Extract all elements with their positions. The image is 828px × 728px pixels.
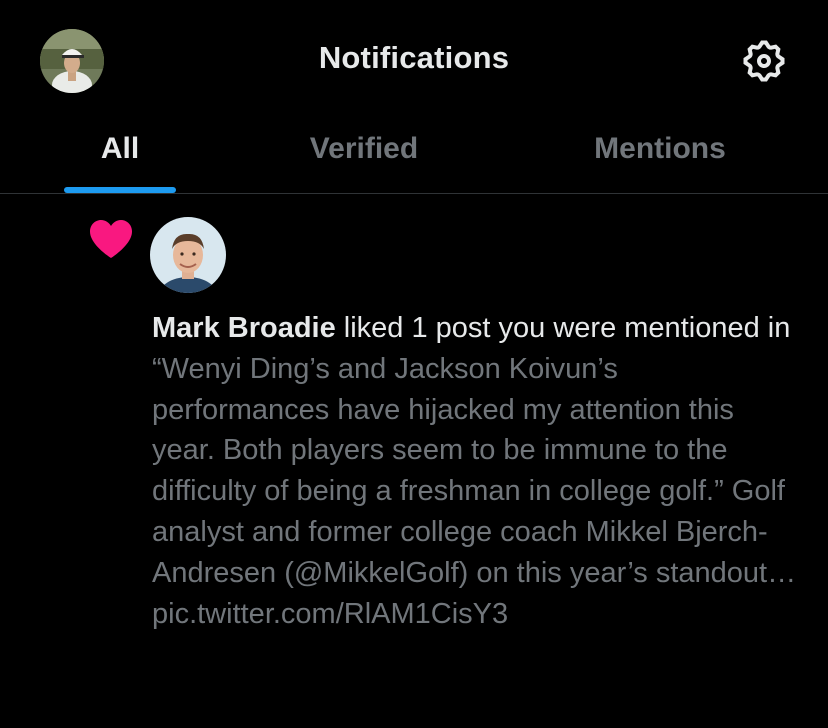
tab-verified-label: Verified — [309, 132, 419, 165]
post-preview[interactable]: “Wenyi Ding’s and Jackson Koivun’s perfo… — [152, 349, 802, 635]
tab-verified[interactable]: Verified — [240, 122, 488, 193]
notification-tabs: All Verified Mentions — [0, 122, 828, 194]
tab-mentions[interactable]: Mentions — [540, 122, 780, 193]
page-title: Notifications — [318, 40, 510, 75]
actor-avatar[interactable] — [150, 217, 226, 293]
top-bar: Notifications — [0, 0, 828, 122]
tab-mentions-label: Mentions — [594, 132, 726, 165]
actor-name[interactable]: Mark Broadie — [152, 312, 336, 344]
notification-text: Mark Broadie liked 1 post you were menti… — [152, 308, 802, 634]
active-tab-indicator — [64, 187, 176, 193]
actor-avatar-image — [150, 217, 226, 293]
tab-all[interactable]: All — [0, 122, 240, 193]
tab-all-label: All — [100, 132, 140, 165]
settings-button[interactable] — [740, 37, 788, 85]
notification-item[interactable]: Mark Broadie liked 1 post you were menti… — [0, 194, 828, 728]
notification-action: liked 1 post you were mentioned in — [335, 312, 791, 344]
gear-icon — [743, 40, 785, 82]
heart-icon — [88, 218, 134, 260]
